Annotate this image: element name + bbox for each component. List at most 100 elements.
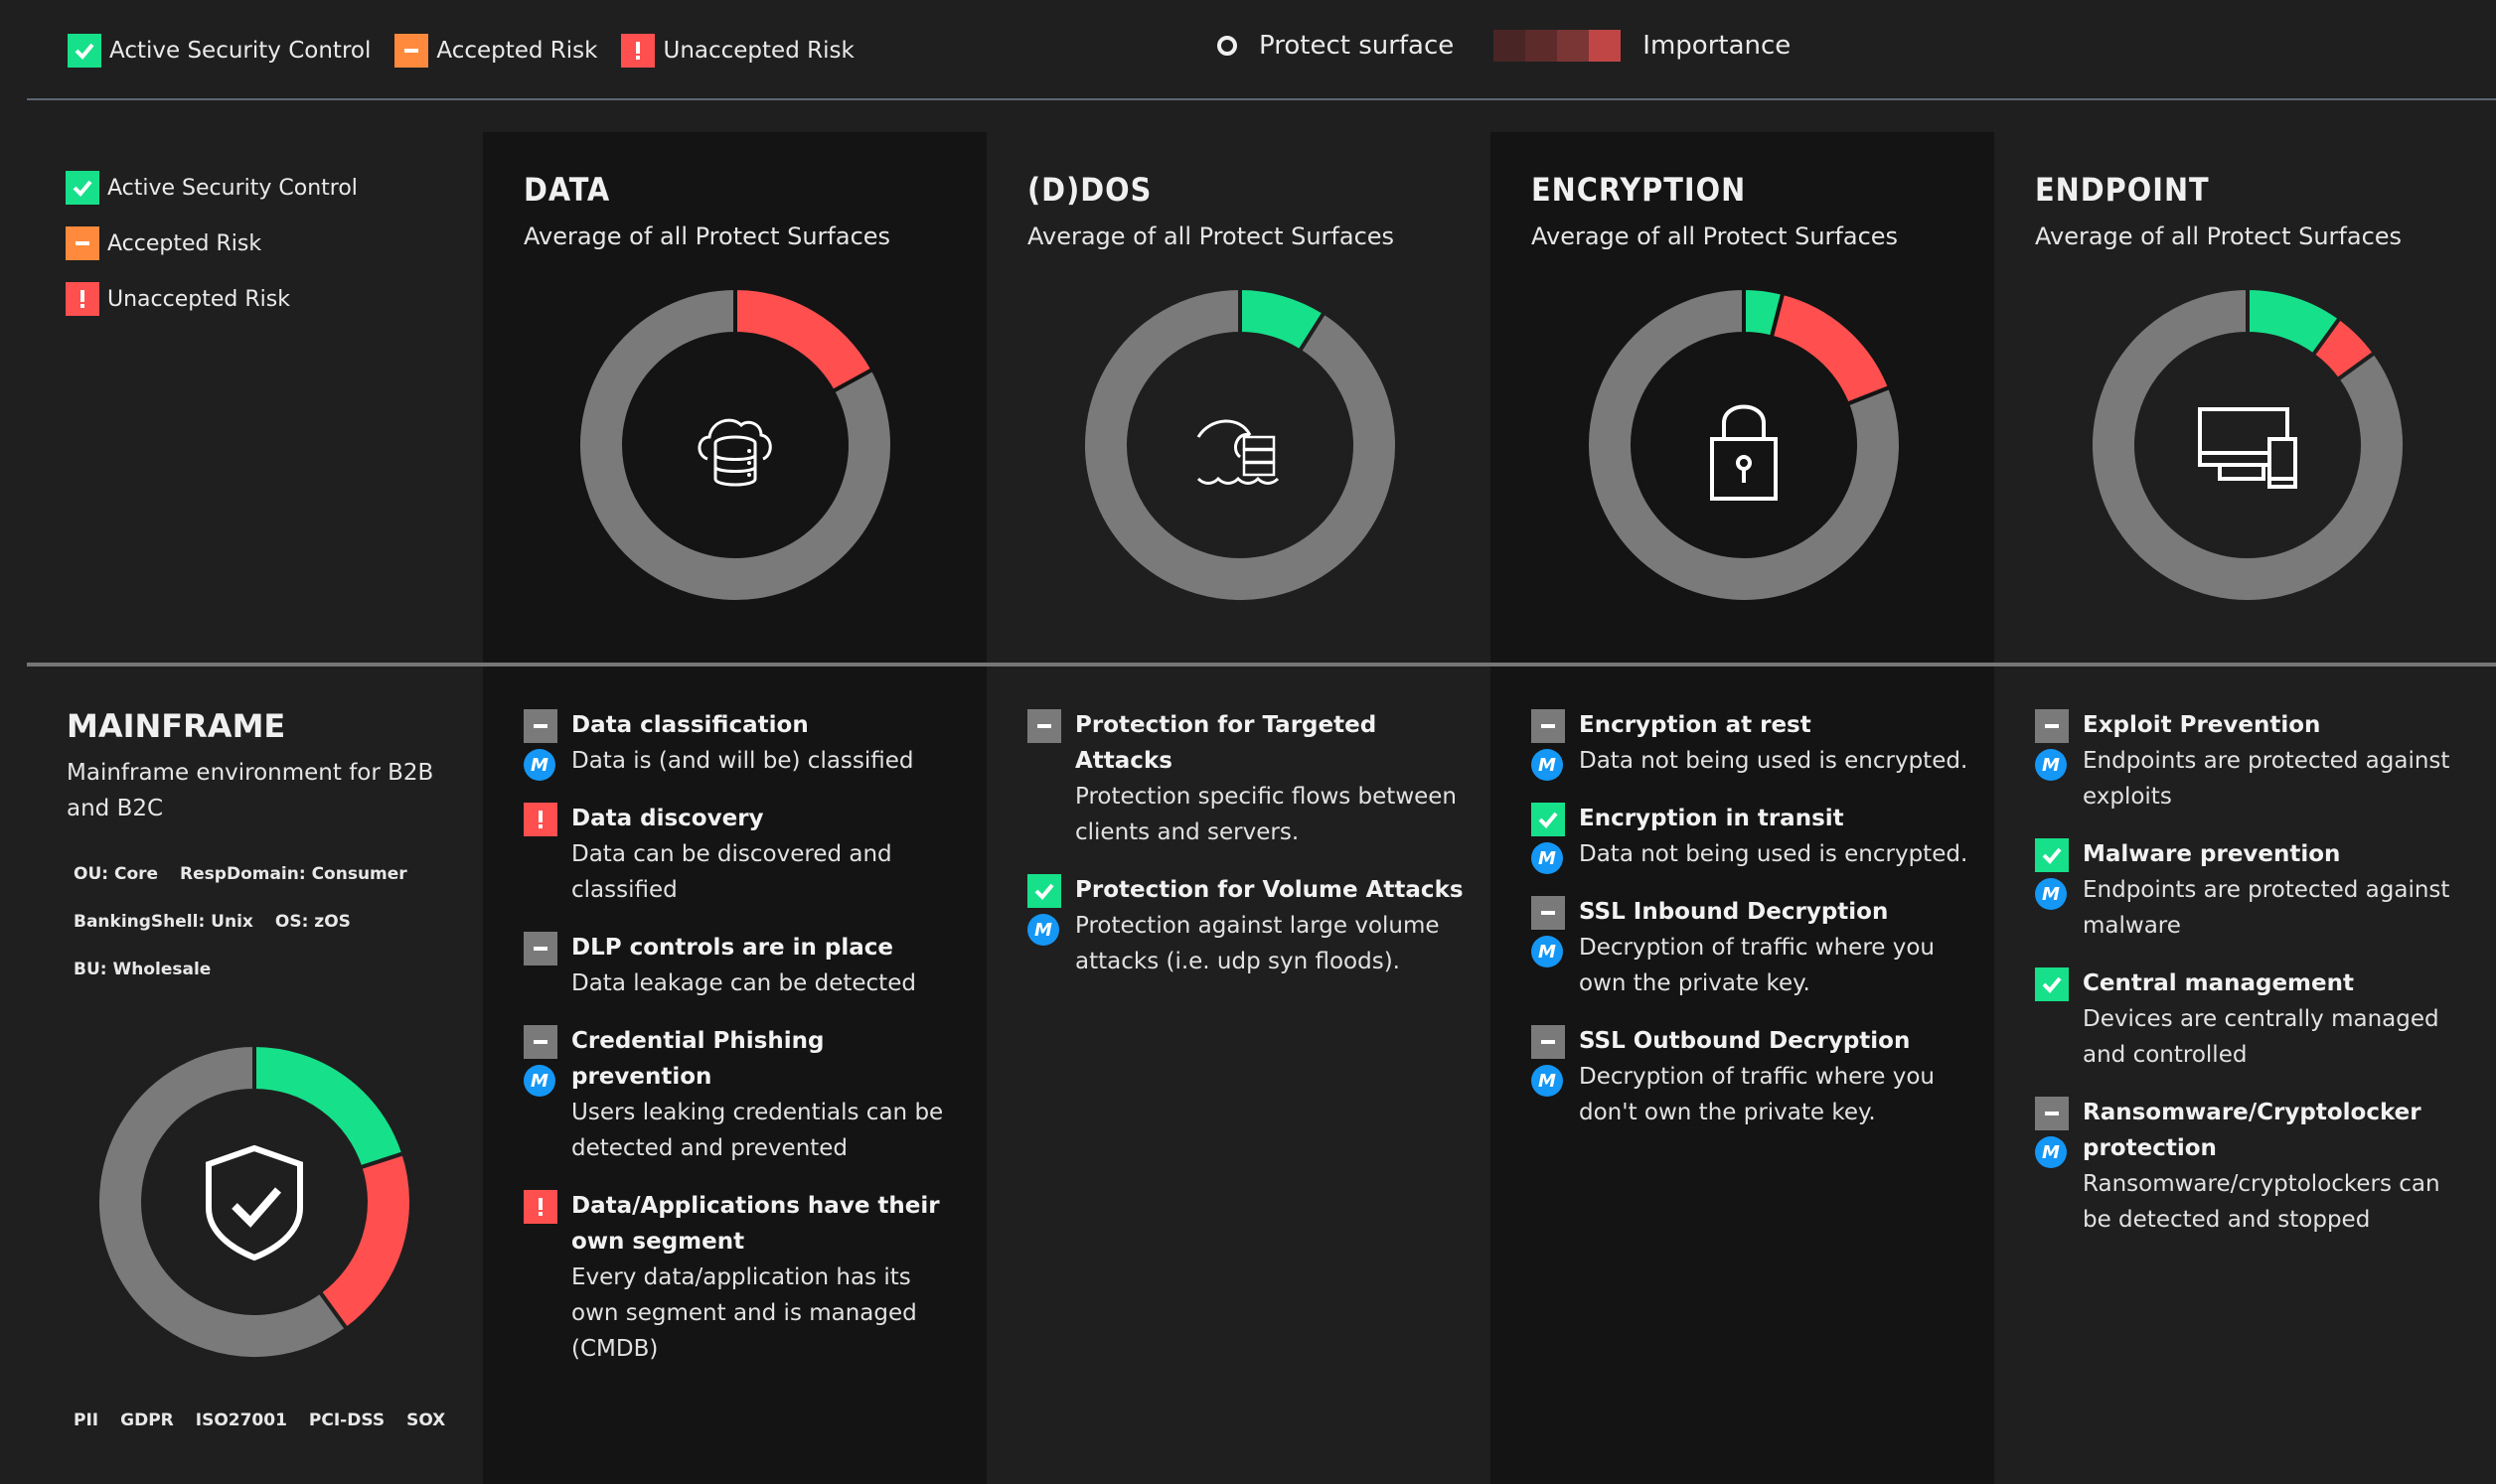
category-title-encryption: ENCRYPTION — [1531, 171, 1747, 209]
control-title: Protection for Volume Attacks — [1075, 877, 1464, 903]
minus-icon[interactable] — [524, 932, 557, 965]
control-item[interactable]: Data classification Data is (and will be)… — [524, 707, 961, 781]
control-title: DLP controls are in place — [571, 935, 893, 961]
control-description: Devices are centrally managed and contro… — [2083, 1006, 2439, 1068]
minus-icon[interactable] — [2035, 1097, 2069, 1130]
category-subtitle: Average of all Protect Surfaces — [1027, 223, 1395, 250]
control-title: Data/Applications have their own segment — [571, 1193, 940, 1255]
m-badge-icon[interactable]: M — [2035, 878, 2067, 910]
control-description: Data not being used is encrypted. — [1579, 841, 1968, 867]
legend-active: Active Security Control — [66, 171, 358, 205]
m-badge-icon[interactable]: M — [1531, 842, 1563, 874]
check-icon[interactable] — [1531, 803, 1565, 836]
control-description: Decryption of traffic where you don't ow… — [1579, 1064, 1935, 1125]
control-item[interactable]: SSL Outbound Decryption Decryption of tra… — [1531, 1023, 1968, 1130]
m-badge-icon[interactable]: M — [1531, 749, 1563, 781]
controls-list-data: Data classification Data is (and will be)… — [524, 707, 961, 1389]
control-title: Ransomware/Cryptolocker protection — [2083, 1100, 2421, 1161]
donut-chart-ddos[interactable] — [1081, 286, 1399, 604]
m-badge-icon[interactable]: M — [1027, 914, 1059, 946]
m-badge-icon[interactable]: M — [2035, 749, 2067, 781]
minus-icon[interactable] — [1531, 709, 1565, 743]
compliance-tag: SOX — [406, 1410, 446, 1430]
control-description: Data can be discovered and classified — [571, 841, 892, 903]
control-item[interactable]: DLP controls are in place Data leakage ca… — [524, 930, 961, 1001]
protect-surface-title: MAINFRAME — [67, 707, 286, 745]
check-icon[interactable] — [1027, 874, 1061, 908]
m-badge-icon[interactable]: M — [1531, 1065, 1563, 1097]
check-icon — [66, 171, 99, 205]
legend-label: Accepted Risk — [436, 38, 598, 64]
control-description: Every data/application has its own segme… — [571, 1264, 917, 1362]
donut-chart-mainframe[interactable] — [95, 1043, 413, 1361]
control-item[interactable]: Data/Applications have their own segment… — [524, 1188, 961, 1367]
minus-icon[interactable] — [1027, 709, 1061, 743]
tag-row: BU: Wholesale — [74, 960, 471, 979]
m-badge-icon[interactable]: M — [524, 1065, 555, 1097]
section-divider — [27, 663, 2496, 667]
control-item[interactable]: Malware prevention Endpoints are protecte… — [2035, 836, 2472, 944]
control-title: Protection for Targeted Attacks — [1075, 712, 1377, 774]
category-subtitle: Average of all Protect Surfaces — [1531, 223, 1899, 250]
minus-icon[interactable] — [524, 1025, 557, 1059]
control-item[interactable]: Protection for Targeted Attacks Protectio… — [1027, 707, 1465, 850]
importance-swatch — [1493, 30, 1526, 62]
control-item[interactable]: Encryption at rest Data not being used is… — [1531, 707, 1968, 781]
control-description: Users leaking credentials can be detecte… — [571, 1100, 944, 1161]
control-description: Endpoints are protected against exploits — [2083, 748, 2450, 810]
exclamation-icon — [621, 34, 656, 68]
compliance-tag: PII — [74, 1410, 99, 1430]
importance-swatch — [1525, 30, 1558, 62]
control-item[interactable]: Exploit Prevention Endpoints are protecte… — [2035, 707, 2472, 815]
control-title: Data discovery — [571, 806, 764, 831]
protect-surface-label: Protect surface — [1259, 31, 1455, 61]
donut-chart-data[interactable] — [576, 286, 894, 604]
control-item[interactable]: SSL Inbound Decryption Decryption of traf… — [1531, 894, 1968, 1001]
check-icon — [68, 34, 101, 68]
protect-surface-description: Mainframe environment for B2B and B2C — [67, 760, 434, 821]
minus-icon — [66, 226, 99, 260]
control-description: Data not being used is encrypted. — [1579, 748, 1968, 774]
m-badge-icon[interactable]: M — [1531, 936, 1563, 967]
controls-list-endpoint: Exploit Prevention Endpoints are protecte… — [2035, 707, 2472, 1260]
control-item[interactable]: Ransomware/Cryptolocker protection Ransom… — [2035, 1095, 2472, 1238]
protect-surface-tags: OU: Core RespDomain: Consumer BankingShell… — [74, 864, 471, 1007]
control-item[interactable]: Protection for Volume Attacks Protection … — [1027, 872, 1465, 979]
minus-icon[interactable] — [1531, 896, 1565, 930]
control-item[interactable]: Encryption in transit Data not being used… — [1531, 801, 1968, 874]
legend-label: Accepted Risk — [107, 230, 262, 256]
legend-unaccepted: Unaccepted Risk — [66, 282, 358, 316]
exclamation-icon — [66, 282, 99, 316]
exclamation-icon[interactable] — [524, 1190, 557, 1224]
donut-center — [2138, 336, 2357, 554]
check-icon[interactable] — [2035, 967, 2069, 1001]
category-title-ddos: (D)DOS — [1027, 171, 1153, 209]
donut-center — [1131, 336, 1349, 554]
exclamation-icon[interactable] — [524, 803, 557, 836]
legend-active: Active Security Control — [68, 34, 371, 68]
check-icon[interactable] — [2035, 838, 2069, 872]
compliance-tag: ISO27001 — [195, 1410, 287, 1430]
compliance-tag: GDPR — [120, 1410, 174, 1430]
donut-center — [145, 1093, 364, 1311]
control-title: SSL Inbound Decryption — [1579, 899, 1889, 925]
tag-row: OU: Core RespDomain: Consumer — [74, 864, 471, 884]
attribute-tag: RespDomain: Consumer — [180, 864, 407, 884]
status-legend: Active Security Control Accepted Risk Un… — [68, 34, 878, 68]
control-item[interactable]: Data discovery Data can be discovered and… — [524, 801, 961, 908]
m-badge-icon[interactable]: M — [524, 749, 555, 781]
control-description: Decryption of traffic where you own the … — [1579, 935, 1935, 996]
control-item[interactable]: Credential Phishing prevention Users leak… — [524, 1023, 961, 1166]
control-title: Central management — [2083, 970, 2354, 996]
minus-icon[interactable] — [2035, 709, 2069, 743]
legend-label: Active Security Control — [107, 175, 358, 201]
control-item[interactable]: Central management Devices are centrally … — [2035, 965, 2472, 1073]
minus-icon[interactable] — [1531, 1025, 1565, 1059]
controls-list-encryption: Encryption at rest Data not being used is… — [1531, 707, 1968, 1152]
donut-chart-encryption[interactable] — [1585, 286, 1903, 604]
minus-icon[interactable] — [524, 709, 557, 743]
tag-row: BankingShell: Unix OS: zOS — [74, 912, 471, 932]
m-badge-icon[interactable]: M — [2035, 1136, 2067, 1168]
control-title: Malware prevention — [2083, 841, 2341, 867]
donut-chart-endpoint[interactable] — [2089, 286, 2407, 604]
